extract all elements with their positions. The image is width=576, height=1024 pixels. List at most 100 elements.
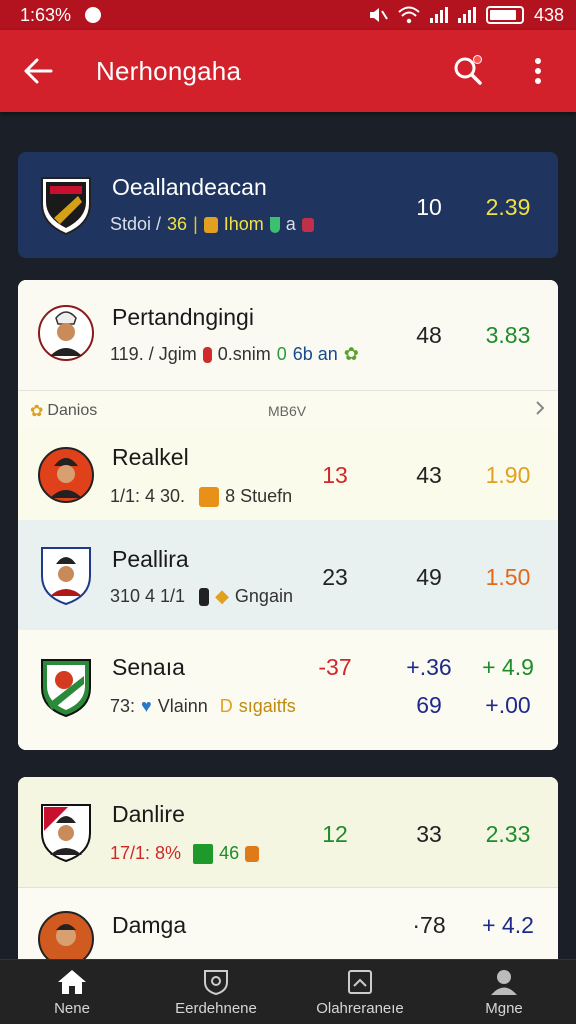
separator: | <box>193 214 198 234</box>
match-venue: 8 Stuefn <box>225 486 293 506</box>
player-avatar-icon <box>41 547 91 606</box>
more-vert-icon <box>535 58 541 84</box>
match-odds: 3.83 <box>485 322 531 348</box>
match-points: 43 <box>416 462 442 488</box>
mute-icon <box>369 8 388 22</box>
player-avatar-icon <box>41 804 91 863</box>
match-venue: Ihom <box>223 214 264 234</box>
match-odds: 2.39 <box>485 194 531 220</box>
shield-crest-icon <box>41 177 91 236</box>
match-points: 33 <box>416 821 442 847</box>
arrow-left-icon <box>24 58 53 84</box>
shield-nav-icon <box>204 969 228 995</box>
match-row[interactable]: Pertandngingi 119. / Jgim 0.snim 0 6b an… <box>18 280 558 390</box>
match-score: 12 <box>322 821 348 847</box>
player-avatar <box>38 544 94 606</box>
match-extra: 0 <box>276 344 287 364</box>
nav-profile[interactable]: Mgne <box>432 960 576 1024</box>
nav-standings[interactable]: Olahreraneıe <box>288 960 432 1024</box>
match-score: 48 <box>416 322 442 348</box>
section-title: Danios <box>47 401 98 419</box>
match-odds: 2.33 <box>485 821 531 847</box>
match-points-secondary: 69 <box>416 692 442 718</box>
match-info: Stdoi / <box>110 214 162 234</box>
user-icon <box>491 969 517 995</box>
match-info: 310 4 1/1 <box>110 586 186 606</box>
status-bar: 1:63% 438 <box>0 0 576 30</box>
nav-matches[interactable]: Eerdehnene <box>144 960 288 1024</box>
match-points: ·78 <box>412 912 446 938</box>
nav-label: Eerdehnene <box>175 999 257 1017</box>
player-avatar-icon <box>38 447 94 503</box>
match-info: 73: <box>110 696 136 716</box>
section-header[interactable]: ✿ Danios MB6V <box>18 390 558 430</box>
player-avatar <box>38 302 94 364</box>
team-crest <box>38 656 94 718</box>
match-info: 119. / Jgim <box>110 344 197 364</box>
match-points: +.36 <box>406 654 452 680</box>
back-button[interactable] <box>18 51 58 91</box>
match-row[interactable]: Danlire 17/1: 8% 46 12 33 2.33 <box>18 777 558 887</box>
match-extra: sıgaitfs <box>238 696 296 716</box>
team-crest <box>38 174 94 236</box>
team-name: Realkel <box>112 444 189 470</box>
match-score: 13 <box>322 462 348 488</box>
match-row[interactable]: Peallira 310 4 1/1 ◆ Gngain 23 49 1.50 <box>18 520 558 630</box>
match-score: 10 <box>416 194 442 220</box>
bottom-navigation: Nene Eerdehnene Olahreraneıe Mgne <box>0 959 576 1024</box>
match-minute: 36 <box>167 214 188 234</box>
home-icon <box>58 969 86 994</box>
nav-label: Mgne <box>485 999 523 1017</box>
status-battery: 438 <box>533 4 564 25</box>
match-odds: 1.90 <box>485 462 531 488</box>
signal-icon <box>429 7 448 23</box>
pin-icon <box>202 346 212 363</box>
medal-icon: ◆ <box>215 586 229 606</box>
match-venue: Vlainn <box>157 696 208 716</box>
status-time: 1:63% <box>20 4 72 25</box>
match-info: 1/1: 4 30. <box>110 486 186 506</box>
team-name: Peallira <box>112 546 189 572</box>
star-icon: ✿ <box>30 402 44 420</box>
notification-dot <box>473 55 482 64</box>
section-code: MB6V <box>268 402 307 419</box>
team-name: Damga <box>112 912 187 938</box>
calendar-icon <box>348 969 372 994</box>
search-button[interactable] <box>448 51 488 91</box>
team-name: Senaıa <box>112 654 185 680</box>
shield-crest-icon <box>41 659 91 718</box>
match-score: -37 <box>318 654 352 680</box>
match-group-card: Pertandngingi 119. / Jgim 0.snim 0 6b an… <box>18 280 558 750</box>
nav-label: Olahreraneıe <box>316 999 404 1017</box>
lock-icon <box>203 216 218 233</box>
match-points: 49 <box>416 564 442 590</box>
battery-icon <box>485 6 524 24</box>
chevron-right-icon <box>534 400 546 421</box>
team-name: Oeallandeacan <box>112 174 267 200</box>
featured-match-card[interactable]: Oeallandeacan Stdoi / 36 | Ihom a 10 2.3… <box>18 152 558 258</box>
match-row[interactable]: Realkel 1/1: 4 30. 8 Stuefn 13 43 1.90 <box>18 430 558 520</box>
page-title: Nerhongaha <box>96 55 242 86</box>
nav-home[interactable]: Nene <box>0 960 144 1024</box>
nav-label: Nene <box>54 999 90 1017</box>
match-odds: + 4.9 <box>482 654 534 680</box>
location-icon: ♥ <box>141 696 152 716</box>
shield-icon <box>269 216 280 233</box>
match-row[interactable]: Senaıa 73: ♥ Vlainn D sıgaitfs -37 +.36 … <box>18 630 558 750</box>
match-venue: 0.snim <box>217 344 271 364</box>
trophy-icon <box>245 845 260 862</box>
green-flag-icon <box>193 843 214 864</box>
signal-2-icon <box>457 7 476 23</box>
more-button[interactable] <box>518 51 558 91</box>
ticket-icon <box>199 486 220 507</box>
match-venue: Gngain <box>234 586 293 606</box>
gear-icon: ✿ <box>343 344 359 364</box>
match-score: 23 <box>322 564 348 590</box>
match-venue: 46 <box>219 843 240 863</box>
match-extra: a <box>285 214 296 234</box>
flag-icon <box>301 217 314 232</box>
match-group-card: Danlire 17/1: 8% 46 12 33 2.33 Damga ·78… <box>18 777 558 977</box>
tag-icon: D <box>219 696 233 716</box>
team-name: Danlire <box>112 801 185 827</box>
team-name: Pertandngingi <box>112 304 254 330</box>
